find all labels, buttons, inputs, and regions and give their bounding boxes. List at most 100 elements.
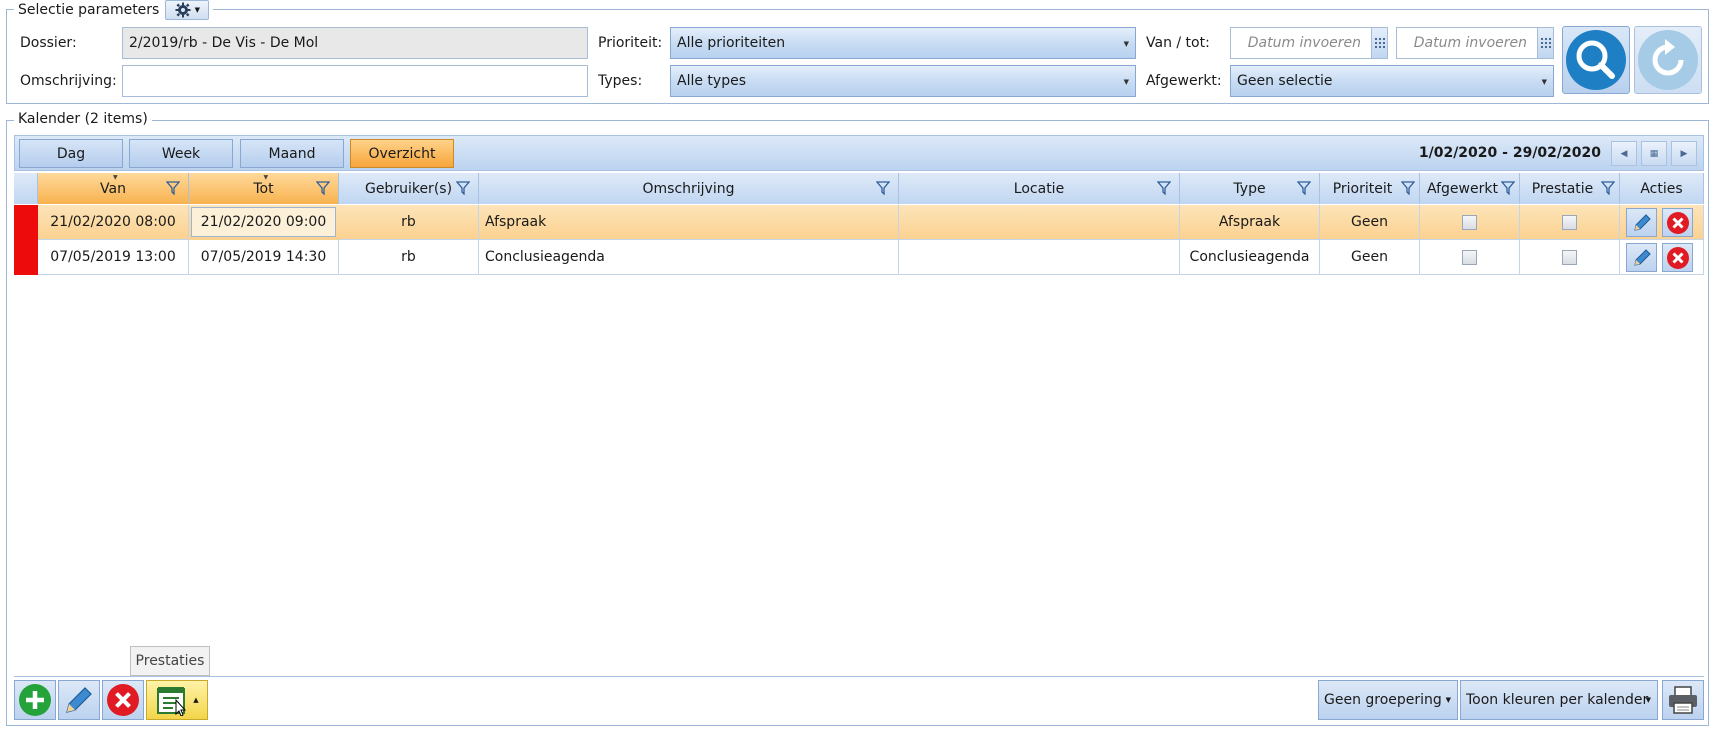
chevron-right-icon: ▶ [1680, 148, 1688, 159]
cell-locatie[interactable] [899, 240, 1180, 275]
filter-icon[interactable] [1401, 181, 1415, 195]
plus-icon [19, 684, 51, 716]
cell-type[interactable]: Conclusieagenda [1180, 240, 1320, 275]
edit-button[interactable] [58, 680, 100, 720]
cell-locatie[interactable] [899, 205, 1180, 240]
filter-icon[interactable] [1601, 181, 1615, 195]
tot-date-input[interactable]: Datum invoeren [1396, 27, 1554, 59]
cell-van[interactable]: 21/02/2020 08:00 [38, 205, 189, 240]
prioriteit-select[interactable]: Alle prioriteiten ▼ [670, 27, 1136, 59]
grid-header-indicator [14, 173, 38, 204]
calendar-color-marker [14, 240, 38, 275]
tooltip-prestaties: Prestaties [130, 646, 210, 676]
filter-icon[interactable] [456, 181, 470, 195]
omschrijving-input[interactable] [122, 65, 588, 97]
next-period-button[interactable]: ▶ [1671, 141, 1697, 166]
view-day-button[interactable]: Dag [19, 139, 123, 168]
edit-row-button[interactable] [1626, 243, 1657, 272]
delete-button[interactable] [102, 680, 144, 720]
prestatie-checkbox[interactable] [1562, 214, 1577, 230]
prestaties-button[interactable]: ▲ [146, 680, 208, 720]
chevron-down-icon: ▼ [1645, 696, 1651, 704]
print-button[interactable] [1662, 680, 1704, 720]
types-select[interactable]: Alle types ▼ [670, 65, 1136, 97]
column-header-gebruiker[interactable]: Gebruiker(s) [339, 173, 479, 204]
omschrijving-label: Omschrijving: [20, 73, 117, 89]
calendar-title: Kalender (2 items) [18, 111, 148, 127]
view-week-button[interactable]: Week [129, 139, 233, 168]
cell-type[interactable]: Afspraak [1180, 205, 1320, 240]
prestatie-checkbox[interactable] [1562, 249, 1577, 265]
cell-prestatie [1520, 240, 1620, 275]
column-header-afgewerkt[interactable]: Afgewerkt [1420, 173, 1520, 204]
calendar-legend: Kalender (2 items) [14, 111, 152, 127]
reset-button[interactable] [1634, 26, 1702, 94]
column-header-prestatie-label: Prestatie [1531, 180, 1594, 197]
delete-row-button[interactable] [1662, 208, 1693, 237]
chevron-down-icon: ▼ [1445, 696, 1451, 704]
printer-icon [1669, 686, 1697, 714]
chevron-down-icon: ▼ [1123, 78, 1129, 86]
column-header-omschrijving[interactable]: Omschrijving [479, 173, 899, 204]
cell-omschrijving[interactable]: Conclusieagenda [479, 240, 899, 275]
close-icon [1666, 211, 1689, 234]
afgewerkt-checkbox[interactable] [1462, 249, 1477, 265]
calendar-icon[interactable] [1537, 28, 1553, 58]
cell-prioriteit[interactable]: Geen [1320, 240, 1420, 275]
afgewerkt-select[interactable]: Geen selectie ▼ [1230, 65, 1554, 97]
calendar-icon[interactable] [1371, 28, 1387, 58]
settings-dropdown-button[interactable]: ▼ [165, 0, 210, 20]
view-overview-button[interactable]: Overzicht [350, 139, 454, 168]
cell-omschrijving[interactable]: Afspraak [479, 205, 899, 240]
types-label: Types: [598, 73, 643, 89]
column-header-van[interactable]: ▼ Van [38, 173, 189, 204]
chevron-down-icon: ▼ [1123, 40, 1129, 48]
column-header-tot-label: Tot [253, 180, 274, 197]
pencil-icon [1633, 248, 1651, 266]
column-header-prioriteit[interactable]: Prioriteit [1320, 173, 1420, 204]
cell-van[interactable]: 07/05/2019 13:00 [38, 240, 189, 275]
prioriteit-select-value: Alle prioriteiten [677, 35, 786, 51]
refresh-icon [1638, 30, 1698, 90]
cell-prioriteit[interactable]: Geen [1320, 205, 1420, 240]
add-button[interactable] [14, 680, 56, 720]
search-button[interactable] [1562, 26, 1630, 94]
dossier-field[interactable]: 2/2019/rb - De Vis - De Mol [122, 27, 588, 59]
grouping-select[interactable]: Geen groepering ▼ [1318, 680, 1458, 720]
table-row[interactable]: 21/02/2020 08:00 21/02/2020 09:00 rb Afs… [14, 205, 1704, 240]
column-header-prestatie[interactable]: Prestatie [1520, 173, 1620, 204]
table-row[interactable]: 07/05/2019 13:00 07/05/2019 14:30 rb Con… [14, 240, 1704, 275]
previous-period-button[interactable]: ◀ [1611, 141, 1637, 166]
pencil-icon [66, 687, 92, 713]
bottom-toolbar: ▲ Geen groepering ▼ Toon kleuren per kal… [14, 676, 1704, 720]
delete-row-button[interactable] [1662, 243, 1693, 272]
date-picker-button[interactable]: ▦ [1641, 141, 1667, 166]
chevron-down-icon: ▲ [193, 696, 199, 704]
filter-icon[interactable] [1501, 181, 1515, 195]
date-range: 1/02/2020 - 29/02/2020 [1418, 145, 1601, 161]
filter-icon[interactable] [166, 181, 180, 195]
edit-row-button[interactable] [1626, 208, 1657, 237]
sort-indicator-icon: ▼ [263, 174, 269, 181]
cell-tot[interactable]: 07/05/2019 14:30 [189, 240, 339, 275]
register-icon [157, 687, 187, 716]
filter-icon[interactable] [316, 181, 330, 195]
van-date-input[interactable]: Datum invoeren [1230, 27, 1388, 59]
calendar-colors-select[interactable]: Toon kleuren per kalender ▼ [1460, 680, 1658, 720]
column-header-omschrijving-label: Omschrijving [642, 180, 735, 197]
filter-icon[interactable] [876, 181, 890, 195]
filter-icon[interactable] [1297, 181, 1311, 195]
cell-tot[interactable]: 21/02/2020 09:00 [191, 207, 336, 237]
column-header-locatie[interactable]: Locatie [899, 173, 1180, 204]
column-header-type[interactable]: Type [1180, 173, 1320, 204]
view-month-button[interactable]: Maand [240, 139, 344, 168]
column-header-tot[interactable]: ▼ Tot [189, 173, 339, 204]
selection-parameters-legend: Selectie parameters ▼ [14, 0, 214, 20]
search-icon [1566, 30, 1626, 90]
filter-icon[interactable] [1157, 181, 1171, 195]
afgewerkt-checkbox[interactable] [1462, 214, 1477, 230]
column-header-acties-label: Acties [1640, 180, 1683, 197]
cell-gebruiker[interactable]: rb [339, 240, 479, 275]
cell-gebruiker[interactable]: rb [339, 205, 479, 240]
grouping-select-value: Geen groepering [1324, 692, 1442, 708]
